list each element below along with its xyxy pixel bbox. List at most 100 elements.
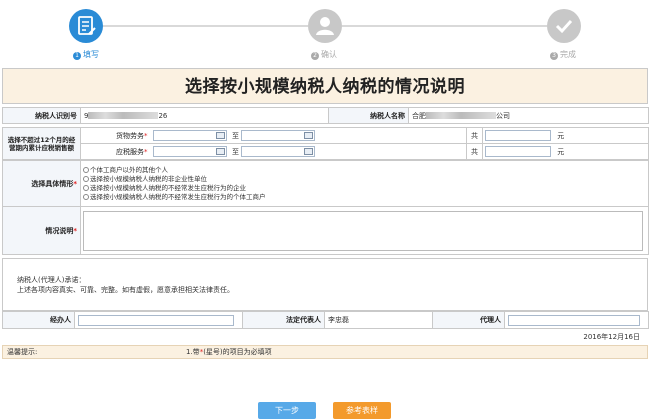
tips-label: 温馨提示: [7,348,38,356]
taxpayer-id-suffix: 26 [158,111,168,120]
agent-input[interactable] [508,314,640,326]
taxpayer-name-label: 纳税人名称 [328,107,410,124]
step-confirm: 2 确认 [311,49,337,60]
required-mark: * [144,147,148,156]
goods-end-cell [240,127,467,144]
goods-label: 货物劳务* [80,127,151,144]
form-date: 2016年12月16日 [583,333,640,341]
to-label: 至 [230,143,241,160]
unit-label: 元 [557,147,565,156]
tips-suffix: (星号)的项目为必填项 [203,348,272,356]
services-end-cell [240,143,467,160]
edit-form-icon [69,9,103,43]
action-buttons: 下一步 参考表样 [0,402,650,420]
to-label: 至 [230,127,241,144]
radio-button[interactable] [83,184,89,191]
step-label: 填写 [83,50,99,59]
goods-amount-cell: 元 [482,127,649,144]
taxpayer-id-label: 纳税人识别号 [2,107,81,124]
promise-line-2: 上述各项内容真实、可靠、完整。如有虚假，愿意承担相关法律责任。 [17,285,234,294]
declaration-form: 选择按小规模纳税人纳税的情况说明 纳税人识别号 9 26 纳税人名称 合肥 公司 选… [2,68,650,359]
goods-end-date-input[interactable] [240,130,315,141]
taxpayer-name-prefix: 合肥 [412,111,427,120]
unit-label: 元 [557,131,565,140]
sales-table: 选择不超过12个月的经营期内累计应税销售额 货物劳务* 至 共 元 应税服务* [2,127,649,160]
tips-prefix: 1.带 [186,348,200,356]
promise-line-1: 纳税人(代理人)承诺： [17,275,86,284]
services-label: 应税服务* [80,143,151,160]
services-start-cell [150,143,231,160]
step-connector [103,25,308,27]
goods-start-cell [150,127,231,144]
checkmark-icon [547,9,581,43]
tips-text: 1.带*(星号)的项目为必填项 [186,346,272,358]
legal-rep-label: 法定代表人 [242,311,325,329]
description-label: 情况说明* [2,206,81,255]
step-complete: 3 完成 [550,49,576,60]
step-label: 确认 [321,50,337,59]
situation-table: 选择具体情形* 个体工商户以外的其他个人 选择按小规模纳税人纳税的非企业性单位 … [2,160,649,255]
services-label-text: 应税服务 [116,147,144,156]
situation-options: 个体工商户以外的其他个人 选择按小规模纳税人纳税的非企业性单位 选择按小规模纳税… [80,160,649,207]
option-label: 个体工商户以外的其他个人 [90,165,168,174]
services-end-date-input[interactable] [240,146,315,157]
situation-option[interactable]: 个体工商户以外的其他个人 [83,166,648,175]
promise-text: 纳税人(代理人)承诺： 上述各项内容真实、可靠、完整。如有虚假，愿意承担相关法律… [2,258,648,311]
option-label: 选择按小规模纳税人纳税的不经常发生应税行为的企业 [90,183,246,192]
taxpayer-name-value: 合肥 公司 [408,107,650,124]
description-cell [80,206,649,255]
agent-label: 代理人 [432,311,505,329]
redacted-text [426,111,497,119]
situation-option[interactable]: 选择按小规模纳税人纳税的非企业性单位 [83,175,648,184]
situation-option[interactable]: 选择按小规模纳税人纳税的不经常发生应税行为的个体工商户 [83,193,648,202]
redacted-text [88,111,159,119]
goods-start-date-input[interactable] [152,130,227,141]
next-step-button[interactable]: 下一步 [258,402,316,419]
handler-label: 经办人 [2,311,75,329]
handler-input[interactable] [78,314,234,326]
radio-button[interactable] [83,166,89,173]
goods-label-text: 货物劳务 [116,131,144,140]
calendar-icon[interactable] [215,132,225,139]
situation-label-text: 选择具体情形 [31,179,74,188]
handler-cell [74,311,243,329]
option-label: 选择按小规模纳税人纳税的非企业性单位 [90,174,207,183]
radio-button[interactable] [83,193,89,200]
goods-amount-input[interactable] [485,130,551,141]
description-label-text: 情况说明 [45,226,74,235]
taxpayer-table: 纳税人识别号 9 26 纳税人名称 合肥 公司 [2,107,650,124]
calendar-icon[interactable] [303,148,313,155]
step-label: 完成 [560,50,576,59]
calendar-icon[interactable] [303,132,313,139]
form-title: 选择按小规模纳税人纳税的情况说明 [2,68,648,104]
radio-button[interactable] [83,175,89,182]
progress-steps: 1 填写 2 确认 3 完成 [0,0,650,64]
required-mark: * [73,226,77,235]
services-amount-cell: 元 [482,143,649,160]
taxpayer-id-value: 9 26 [79,107,330,124]
step-fill: 1 填写 [73,49,99,60]
total-label: 共 [466,127,483,144]
services-start-date-input[interactable] [152,146,227,157]
user-confirm-icon [308,9,342,43]
total-label: 共 [466,143,483,160]
agent-cell [504,311,649,329]
situation-option[interactable]: 选择按小规模纳税人纳税的不经常发生应税行为的企业 [83,184,648,193]
promise-table: 纳税人(代理人)承诺： 上述各项内容真实、可靠、完整。如有虚假，愿意承担相关法律… [2,258,648,311]
description-textarea[interactable] [83,210,643,251]
signature-table: 经办人 法定代表人 李忠磊 代理人 [2,311,649,329]
step-number: 2 [311,52,319,60]
legal-rep-value: 李忠磊 [324,311,433,329]
situation-label: 选择具体情形* [2,160,81,207]
taxpayer-name-suffix: 公司 [496,111,511,120]
required-mark: * [144,131,148,140]
calendar-icon[interactable] [215,148,225,155]
services-amount-input[interactable] [485,146,551,157]
sample-form-button[interactable]: 参考表样 [333,402,391,419]
step-number: 3 [550,52,558,60]
option-label: 选择按小规模纳税人纳税的不经常发生应税行为的个体工商户 [90,192,266,201]
step-connector [342,25,547,27]
required-mark: * [73,179,77,188]
tips-bar: 温馨提示: 1.带*(星号)的项目为必填项 [2,345,648,359]
period-label: 选择不超过12个月的经营期内累计应税销售额 [2,127,81,160]
